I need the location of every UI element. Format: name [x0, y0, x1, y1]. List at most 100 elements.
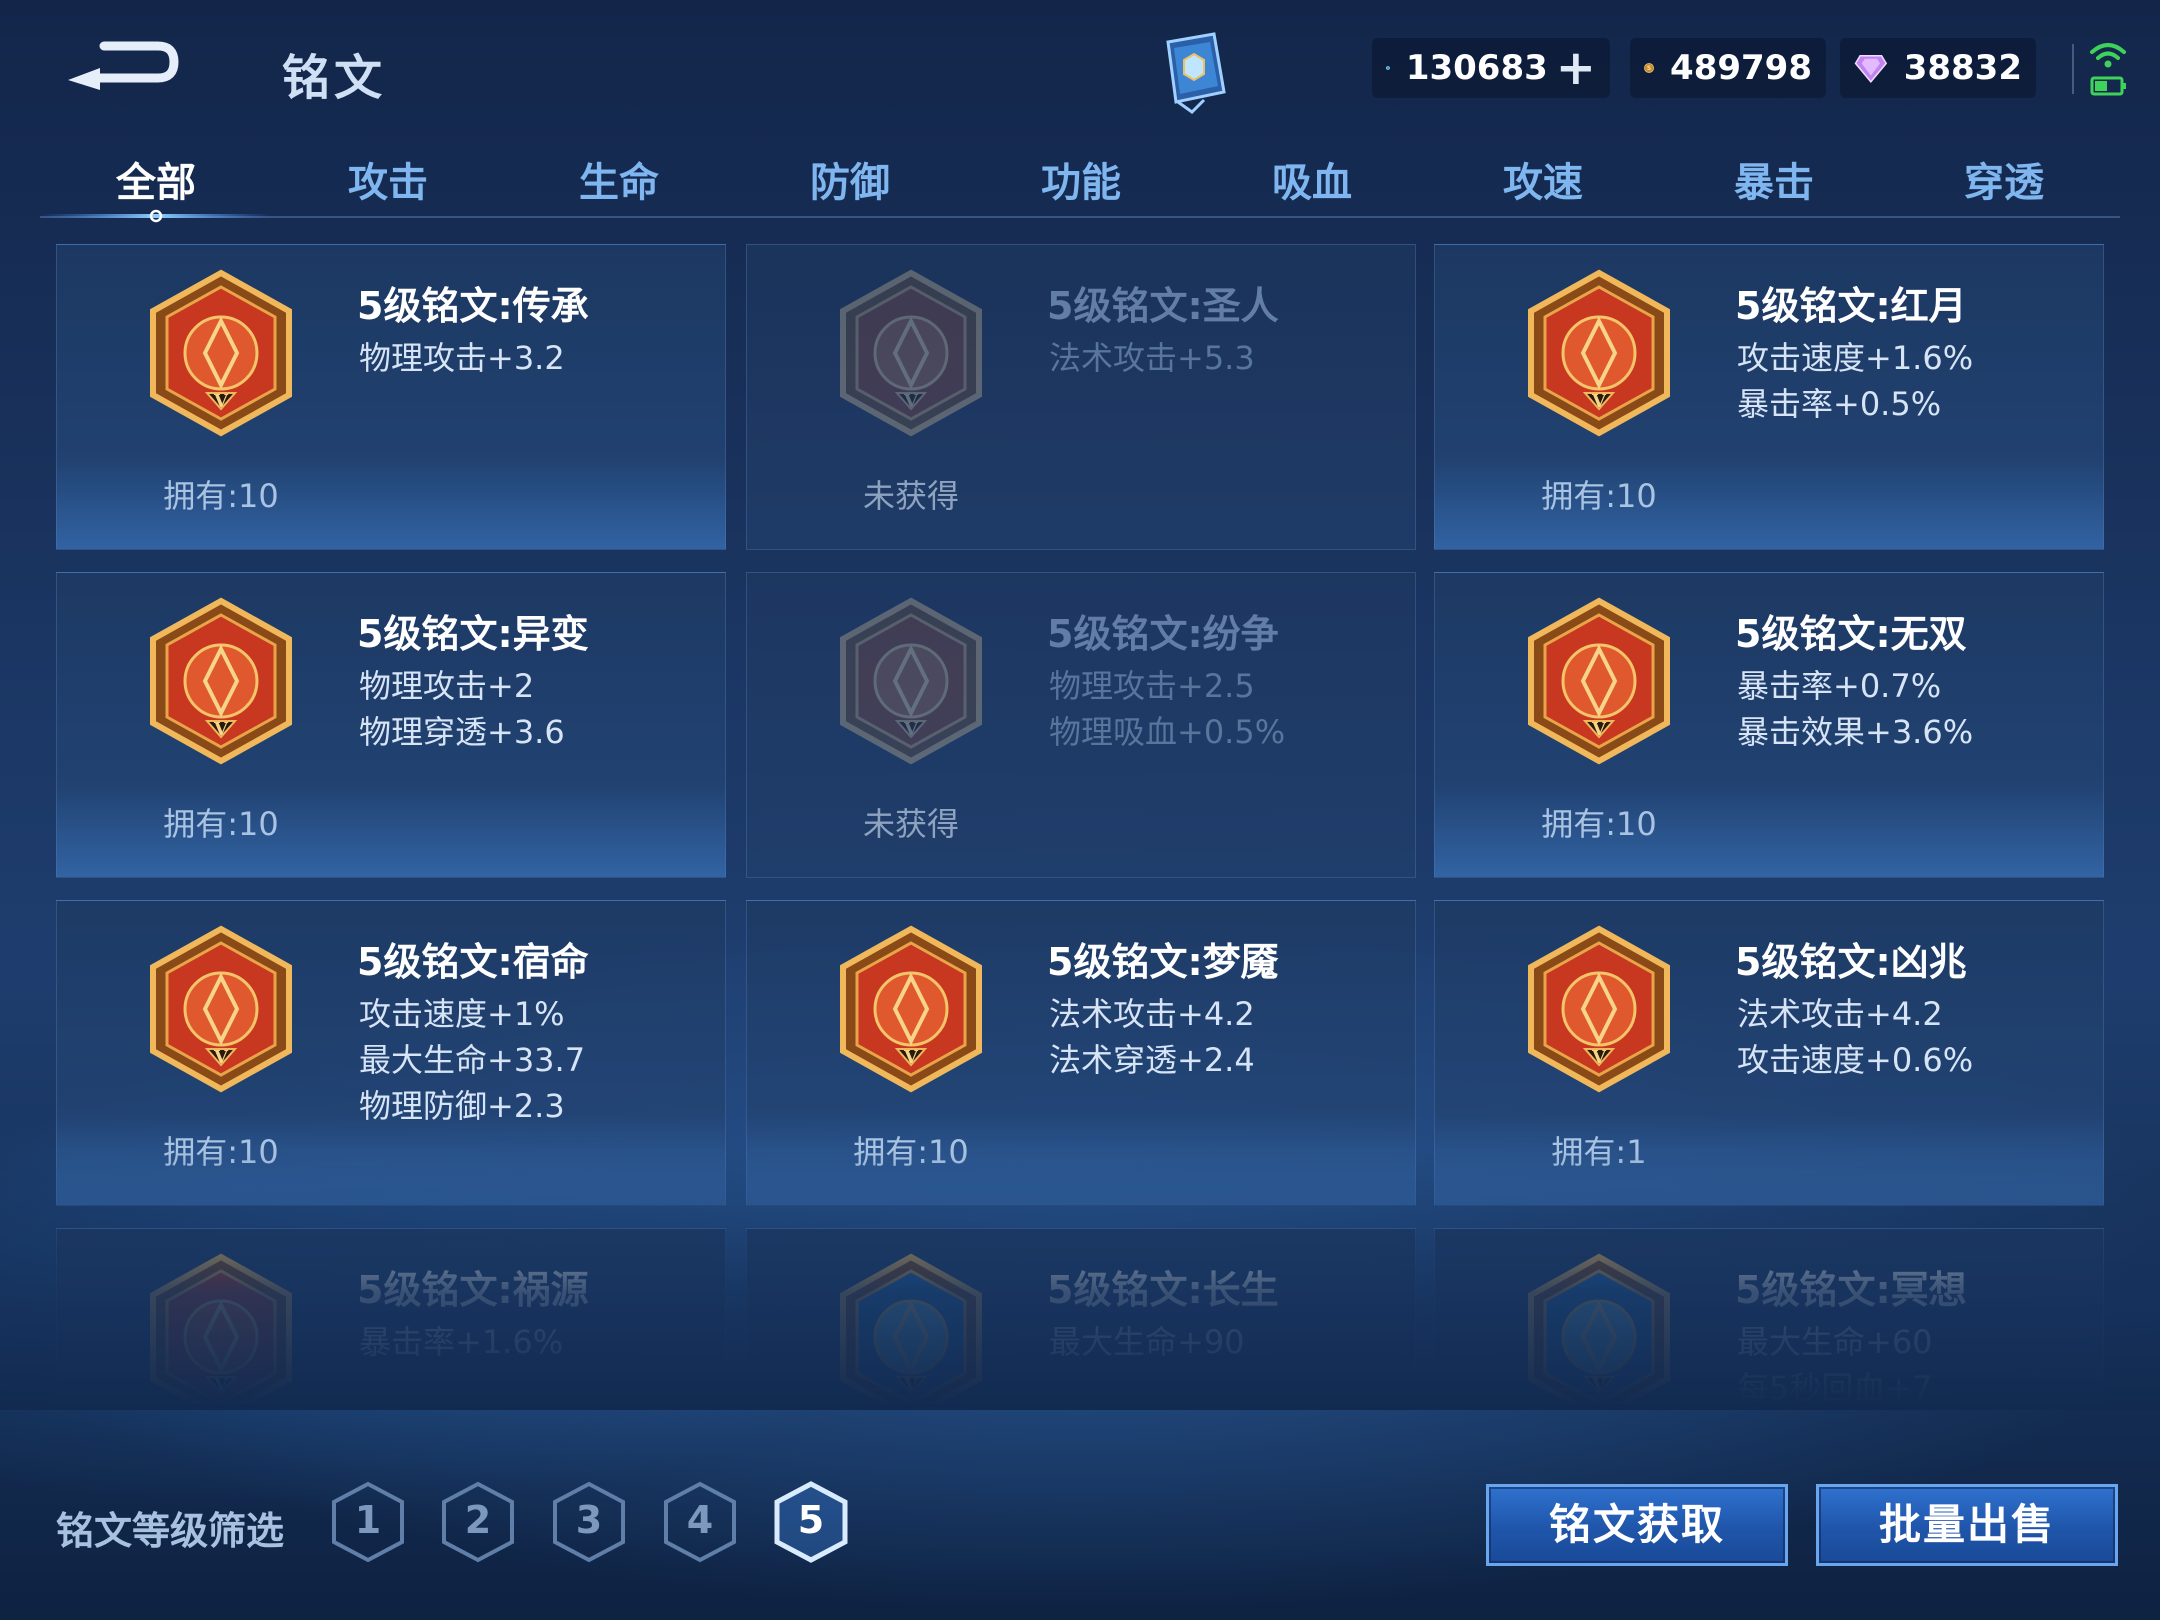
- mutation-rune-icon: V: [150, 597, 292, 765]
- level-filter-5[interactable]: 5: [773, 1480, 849, 1564]
- bulk-sell-button[interactable]: 批量出售: [1816, 1484, 2118, 1566]
- svg-text:V: V: [213, 719, 229, 740]
- level-filter-label-1: 1: [354, 1498, 382, 1542]
- saint-rune-icon: V: [840, 269, 982, 437]
- back-arrow-icon[interactable]: [60, 28, 180, 98]
- level-filter-4[interactable]: 4: [662, 1480, 738, 1564]
- rune-card[interactable]: V 5级铭文:圣人法术攻击+5.3 未获得: [746, 244, 1416, 550]
- rune-stat-line: 攻击速度+1%: [359, 995, 565, 1033]
- crystal-balance: 38832: [1840, 38, 2036, 98]
- rune-owned-count: 未获得: [862, 477, 959, 515]
- level-filter-label-3: 3: [575, 1498, 603, 1542]
- rune-stat-line: 攻击速度+1.6%: [1737, 339, 1974, 377]
- rune-card[interactable]: V 5级铭文:异变物理攻击+2 物理穿透+3.6 拥有:10: [56, 572, 726, 878]
- tab-all[interactable]: 全部: [40, 150, 272, 208]
- strife-rune-icon: V: [840, 597, 982, 765]
- rune-stat-line: 暴击率+0.5%: [1737, 385, 1942, 423]
- rune-stat-line: 物理穿透+3.6: [359, 713, 565, 751]
- rune-book-icon[interactable]: [1148, 28, 1238, 114]
- rune-stats: 物理攻击+2 物理穿透+3.6: [359, 663, 565, 755]
- tab-penetration[interactable]: 穿透: [1888, 150, 2120, 208]
- rune-stats: 法术攻击+4.2 法术穿透+2.4: [1049, 991, 1255, 1083]
- tab-defense[interactable]: 防御: [734, 150, 966, 208]
- rune-name: 5级铭文:无双: [1735, 612, 1967, 656]
- rune-name: 5级铭文:凶兆: [1735, 940, 1967, 984]
- rune-owned-count: 未获得: [862, 805, 959, 843]
- diamond-icon: [1386, 65, 1390, 71]
- rune-name: 5级铭文:宿命: [357, 940, 589, 984]
- grid-fade-overlay: [0, 1150, 2160, 1410]
- header-divider: [2072, 44, 2074, 94]
- rune-stats: 法术攻击+4.2 攻击速度+0.6%: [1737, 991, 1973, 1083]
- rune-name: 5级铭文:梦魇: [1047, 940, 1279, 984]
- gold-amount: 489798: [1670, 48, 1812, 88]
- svg-text:V: V: [903, 391, 919, 412]
- active-tab-indicator: [40, 209, 272, 223]
- crystal-icon: [1854, 54, 1888, 83]
- tab-critical[interactable]: 暴击: [1658, 150, 1890, 208]
- rune-stats: 物理攻击+2.5 物理吸血+0.5%: [1049, 663, 1285, 755]
- tab-underline: [40, 216, 2120, 218]
- gold-coin-icon: S: [1644, 63, 1654, 73]
- rune-stat-line: 法术攻击+4.2: [1049, 995, 1255, 1033]
- rune-stats: 攻击速度+1.6% 暴击率+0.5%: [1737, 335, 1973, 427]
- bottom-bar: 铭文等级筛选 1 2 3 4 5 铭文获取 批量出售: [0, 1440, 2160, 1620]
- tab-attack[interactable]: 攻击: [272, 150, 504, 208]
- level-filter-label-2: 2: [464, 1498, 492, 1542]
- rune-name: 5级铭文:异变: [357, 612, 589, 656]
- rune-stat-line: 物理吸血+0.5%: [1049, 713, 1286, 751]
- rune-card[interactable]: V 5级铭文:无双暴击率+0.7% 暴击效果+3.6% 拥有:10: [1434, 572, 2104, 878]
- rune-stat-line: 法术穿透+2.4: [1049, 1041, 1255, 1079]
- rune-owned-count: 拥有:10: [163, 805, 279, 843]
- rune-stat-line: 物理攻击+2.5: [1049, 667, 1255, 705]
- omen-rune-icon: V: [1528, 925, 1670, 1093]
- rune-stat-line: 最大生命+33.7: [359, 1041, 586, 1079]
- rune-name: 5级铭文:传承: [357, 284, 589, 328]
- rune-name: 5级铭文:纷争: [1047, 612, 1279, 656]
- level-filter-label: 铭文等级筛选: [56, 1509, 285, 1553]
- level-filter-1[interactable]: 1: [330, 1480, 406, 1564]
- rune-stat-line: 暴击效果+3.6%: [1737, 713, 1974, 751]
- tab-lifesteal[interactable]: 吸血: [1196, 150, 1428, 208]
- rune-card[interactable]: V 5级铭文:红月 攻击速度+1.6% 暴击率+0.5% 拥有:10: [1434, 244, 2104, 550]
- tab-health[interactable]: 生命: [503, 150, 735, 208]
- rune-stat-line: 物理攻击+2: [359, 667, 535, 705]
- peerless-rune-icon: V: [1528, 597, 1670, 765]
- svg-text:V: V: [903, 1047, 919, 1068]
- rune-stat-line: 法术攻击+4.2: [1737, 995, 1943, 1033]
- rune-stats: 法术攻击+5.3: [1049, 335, 1255, 381]
- level-filter-label-5: 5: [797, 1498, 825, 1542]
- fate-rune-icon: V: [150, 925, 292, 1093]
- svg-text:V: V: [1591, 1047, 1607, 1068]
- add-diamond-button[interactable]: +: [1556, 44, 1596, 92]
- page-title: 铭文: [282, 50, 387, 106]
- get-runes-button[interactable]: 铭文获取: [1486, 1484, 1788, 1566]
- rune-stat-line: 暴击率+0.7%: [1737, 667, 1942, 705]
- diamond-amount: 130683: [1405, 48, 1548, 88]
- crystal-amount: 38832: [1903, 48, 2022, 88]
- rune-owned-count: 拥有:10: [1541, 805, 1657, 843]
- rune-card[interactable]: V 5级铭文:传承 物理攻击+3.2 拥有:10: [56, 244, 726, 550]
- wifi-signal-icon: [2090, 43, 2126, 96]
- svg-text:V: V: [903, 719, 919, 740]
- rune-card[interactable]: V 5级铭文:纷争物理攻击+2.5 物理吸血+0.5% 未获得: [746, 572, 1416, 878]
- gold-balance: S 489798: [1630, 38, 1826, 98]
- rune-stats: 暴击率+0.7% 暴击效果+3.6%: [1737, 663, 1973, 755]
- rune-name: 5级铭文:圣人: [1047, 284, 1279, 328]
- heritage-rune-icon: V: [150, 269, 292, 437]
- level-filter-2[interactable]: 2: [440, 1480, 516, 1564]
- svg-text:S: S: [1647, 65, 1651, 72]
- svg-text:V: V: [1591, 391, 1607, 412]
- red-moon-rune-icon: V: [1528, 269, 1670, 437]
- diamond-balance: 130683 +: [1372, 38, 1610, 98]
- rune-stat-line: 攻击速度+0.6%: [1737, 1041, 1974, 1079]
- tab-attack-speed[interactable]: 攻速: [1427, 150, 1659, 208]
- rune-stat-line: 物理攻击+3.2: [359, 339, 565, 377]
- level-filter-3[interactable]: 3: [551, 1480, 627, 1564]
- svg-text:V: V: [213, 1047, 229, 1068]
- rune-owned-count: 拥有:10: [1541, 477, 1657, 515]
- rune-stats: 物理攻击+3.2: [359, 335, 565, 381]
- tab-utility[interactable]: 功能: [965, 150, 1197, 208]
- svg-text:V: V: [213, 391, 229, 412]
- rune-stat-line: 法术攻击+5.3: [1049, 339, 1255, 377]
